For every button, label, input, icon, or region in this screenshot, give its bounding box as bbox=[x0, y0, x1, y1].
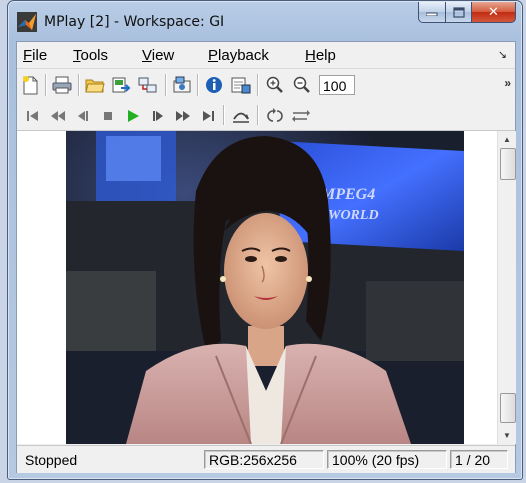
play-button[interactable] bbox=[123, 106, 143, 126]
menu-playback[interactable]: Playback bbox=[208, 47, 269, 64]
menu-overflow-icon[interactable]: ↘ bbox=[498, 48, 507, 61]
color-format-pane: RGB:256x256 bbox=[204, 450, 324, 469]
autoreverse-icon bbox=[292, 110, 310, 122]
new-button[interactable] bbox=[19, 74, 41, 96]
properties-button[interactable] bbox=[230, 74, 252, 96]
fast-forward-icon bbox=[176, 111, 190, 121]
matlab-logo-icon bbox=[17, 12, 37, 32]
scroll-thumb[interactable] bbox=[500, 148, 516, 180]
zoom-rate-pane: 100% (20 fps) bbox=[327, 450, 447, 469]
zoom-in-icon bbox=[266, 76, 283, 93]
connect-button[interactable] bbox=[137, 74, 159, 96]
stop-button[interactable] bbox=[98, 106, 118, 126]
jump-to-icon bbox=[233, 112, 249, 123]
open-folder-icon bbox=[85, 79, 105, 93]
menu-view[interactable]: View bbox=[142, 47, 174, 64]
go-to-end-button[interactable] bbox=[198, 106, 218, 126]
minimize-button[interactable] bbox=[418, 2, 446, 23]
window-title: MPlay [2] - Workspace: GI bbox=[44, 14, 225, 30]
minimize-icon bbox=[426, 12, 438, 16]
close-icon: ✕ bbox=[488, 4, 499, 19]
new-icon bbox=[23, 76, 38, 95]
menu-help[interactable]: Help bbox=[305, 47, 336, 64]
open-button[interactable] bbox=[84, 74, 106, 96]
video-display-area: MPEG4 WORLD bbox=[17, 131, 497, 444]
play-icon bbox=[128, 110, 139, 122]
info-button[interactable] bbox=[203, 74, 225, 96]
loop-button[interactable] bbox=[264, 106, 286, 126]
snapshot-button[interactable] bbox=[171, 74, 193, 96]
step-forward-icon bbox=[153, 111, 163, 121]
go-to-start-icon bbox=[27, 111, 38, 121]
toolbar-overflow-icon[interactable]: » bbox=[504, 76, 511, 90]
jump-to-button[interactable] bbox=[230, 106, 252, 126]
status-bar: Stopped RGB:256x256 100% (20 fps) 1 / 20 bbox=[17, 445, 515, 473]
step-forward-button[interactable] bbox=[148, 106, 168, 126]
stop-icon bbox=[104, 112, 112, 120]
connect-icon bbox=[138, 77, 157, 93]
close-button[interactable]: ✕ bbox=[472, 2, 516, 23]
go-to-start-button[interactable] bbox=[23, 106, 43, 126]
client-area: File Tools View Playback Help ↘ 100 » MP… bbox=[16, 41, 516, 473]
mplay-window: MPlay [2] - Workspace: GI ✕ File Tools V… bbox=[7, 0, 523, 480]
menu-tools[interactable]: Tools bbox=[73, 47, 108, 64]
print-icon bbox=[52, 76, 72, 94]
scroll-up-icon[interactable]: ▲ bbox=[498, 131, 516, 148]
video-frame: MPEG4 WORLD bbox=[66, 131, 464, 444]
snapshot-icon bbox=[173, 76, 191, 93]
info-icon bbox=[206, 77, 222, 93]
loop-icon bbox=[267, 108, 283, 122]
playback-toolbar bbox=[17, 102, 515, 131]
news-anchor-frame: MPEG4 WORLD bbox=[66, 131, 464, 444]
zoom-out-icon bbox=[293, 76, 310, 93]
rewind-icon bbox=[51, 111, 65, 121]
export-button[interactable] bbox=[110, 74, 132, 96]
autoreverse-button[interactable] bbox=[290, 106, 312, 126]
screen-text-line2: WORLD bbox=[328, 208, 379, 223]
maximize-icon bbox=[452, 6, 465, 18]
zoom-in-button[interactable] bbox=[264, 74, 286, 96]
title-bar[interactable]: MPlay [2] - Workspace: GI ✕ bbox=[8, 1, 522, 41]
export-icon bbox=[112, 77, 131, 93]
menu-file[interactable]: File bbox=[23, 47, 47, 64]
menu-bar: File Tools View Playback Help ↘ bbox=[17, 42, 515, 69]
screen-text-line1: MPEG4 bbox=[320, 186, 375, 203]
scroll-down-icon[interactable]: ▼ bbox=[498, 427, 516, 444]
main-toolbar: 100 » bbox=[17, 69, 515, 101]
vertical-scrollbar[interactable]: ▲ ▼ bbox=[497, 131, 516, 444]
zoom-input[interactable]: 100 bbox=[319, 75, 355, 95]
step-back-button[interactable] bbox=[73, 106, 93, 126]
rewind-button[interactable] bbox=[48, 106, 68, 126]
playback-status: Stopped bbox=[25, 452, 78, 468]
zoom-out-button[interactable] bbox=[291, 74, 313, 96]
go-to-end-icon bbox=[203, 111, 214, 121]
maximize-button[interactable] bbox=[446, 2, 472, 23]
frame-counter-pane: 1 / 20 bbox=[450, 450, 508, 469]
fast-forward-button[interactable] bbox=[173, 106, 193, 126]
properties-icon bbox=[231, 77, 251, 94]
step-back-icon bbox=[78, 111, 88, 121]
print-button[interactable] bbox=[51, 74, 73, 96]
scroll-track-marker[interactable] bbox=[500, 393, 516, 423]
